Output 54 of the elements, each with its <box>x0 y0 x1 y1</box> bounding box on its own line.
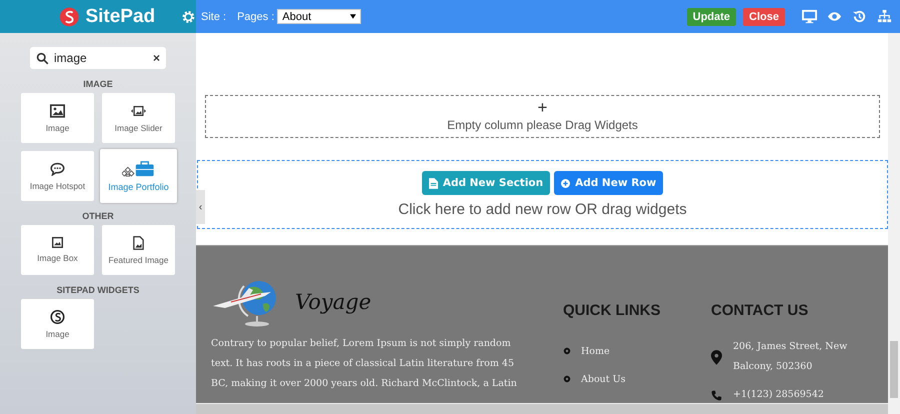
widget-card[interactable]: Image Hotspot <box>21 151 94 201</box>
phone-icon <box>711 388 722 402</box>
about-paragraph: Contrary to popular belief, Lorem Ipsum is not simply random text. It has roots in a piece of classical Latin literature from 45 BC, making it over 2000 years old. Richard McClintock, a Latin <box>211 337 518 391</box>
widget-card[interactable]: Featured Image <box>102 225 175 275</box>
bullet-icon <box>563 375 571 383</box>
widget-card[interactable]: Image Box <box>21 225 94 275</box>
image-slider-icon <box>131 104 146 118</box>
logo-icon <box>59 6 80 28</box>
settings-icon[interactable] <box>181 8 196 24</box>
group-heading: OTHER <box>81 211 115 221</box>
sitemap-icon[interactable] <box>877 9 892 24</box>
widget-card[interactable]: Image Portfolio <box>100 149 177 203</box>
caret-icon <box>350 14 356 19</box>
app-name: SitePad <box>85 6 156 28</box>
page-select[interactable]: About <box>277 9 362 24</box>
add-row-text: Click here to add new row OR drag widgets <box>398 201 687 218</box>
speech-bubble-icon <box>50 162 65 176</box>
map-pin-icon <box>711 350 722 364</box>
group-heading: IMAGE <box>82 79 114 89</box>
logo-wordmark: Voyage <box>295 290 372 314</box>
contact-text: +1(123) 28569542 <box>733 388 825 402</box>
image-file-icon <box>131 236 146 250</box>
add-button[interactable]: Add New Section <box>422 171 550 195</box>
footer-heading: QUICK LINKS <box>563 302 662 319</box>
plus-circle-icon <box>561 178 570 188</box>
widget-card[interactable]: Image <box>21 299 94 349</box>
briefcase-icon <box>122 160 155 176</box>
widget-card[interactable]: Image <box>21 93 94 143</box>
collapse-handle[interactable]: ‹ <box>196 190 205 224</box>
history-icon[interactable] <box>852 9 867 24</box>
plus-sign: + <box>538 101 548 115</box>
contact-text: 206, James Street, New Balcony, 502360 <box>733 340 848 374</box>
sitepad-logo-icon <box>50 310 65 324</box>
empty-column[interactable]: + Empty column please Drag Widgets <box>205 95 880 138</box>
footer-link[interactable]: Home <box>581 346 610 356</box>
document-icon <box>428 178 438 188</box>
clear-button[interactable]: × <box>152 51 160 65</box>
desktop-icon[interactable] <box>802 9 817 24</box>
footer-heading: CONTACT US <box>711 302 810 319</box>
toolbar-button[interactable]: Update <box>686 8 736 26</box>
footer-link[interactable]: About Us <box>581 374 626 384</box>
image-icon <box>50 104 65 118</box>
bullet-icon <box>563 347 571 355</box>
toolbar-button[interactable]: Close <box>743 8 785 26</box>
search-field[interactable]: image × <box>30 47 166 69</box>
site-label: Site : <box>201 10 226 22</box>
add-button[interactable]: Add New Row <box>554 171 664 195</box>
image-icon <box>52 237 63 248</box>
pages-label: Pages : <box>237 10 274 22</box>
search-icon <box>36 52 49 64</box>
empty-column-text: Empty column please Drag Widgets <box>447 118 638 132</box>
horizontal-scrollbar[interactable] <box>196 403 888 414</box>
widget-card[interactable]: Image Slider <box>102 93 175 143</box>
group-heading: SITEPAD WIDGETS <box>56 285 140 295</box>
